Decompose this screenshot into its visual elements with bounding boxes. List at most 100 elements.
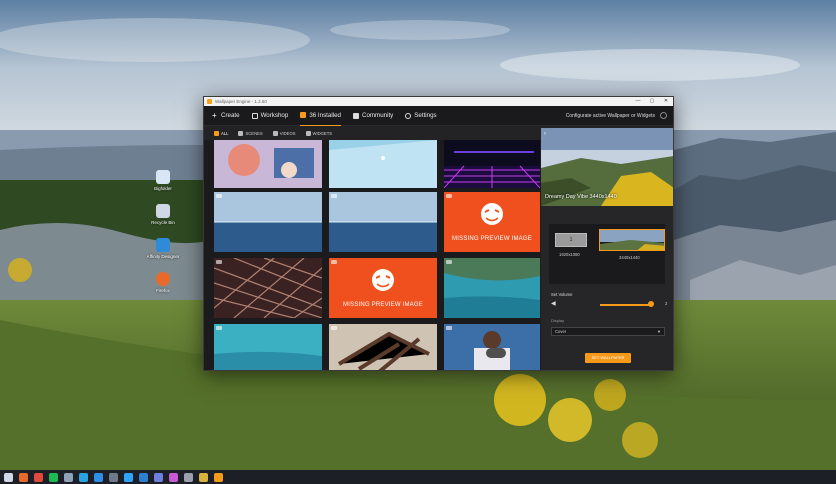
tile-type-badge <box>331 260 337 264</box>
wallpaper-tile-ocean[interactable] <box>214 192 322 252</box>
nav-label: Workshop <box>260 112 289 119</box>
video-play-icon <box>486 348 506 358</box>
spotify-icon[interactable] <box>49 472 58 482</box>
folder-icon <box>156 170 170 184</box>
nav-label: 36 Installed <box>309 111 341 119</box>
missing-preview-label: MISSING PREVIEW IMAGE <box>343 302 423 308</box>
tile-type-badge <box>216 326 222 330</box>
wallpaper-grid: MISSING PREVIEW IMAGE MISSING PREVIEW IM… <box>204 140 540 370</box>
back-arrow-icon[interactable]: ‹ <box>544 131 546 137</box>
widgets-icon <box>305 130 311 136</box>
desktop-icon-affinity[interactable]: Affinity Designer <box>147 238 179 259</box>
monitor-2[interactable] <box>599 229 665 251</box>
installed-icon <box>300 112 307 118</box>
nav-label: Settings <box>414 112 437 119</box>
wallpaper-tile-missing-preview-2[interactable]: MISSING PREVIEW IMAGE <box>329 258 437 318</box>
wallpaper-tile-driftwood[interactable] <box>329 324 437 370</box>
nav-community[interactable]: Community <box>352 106 394 126</box>
info-icon[interactable] <box>660 112 667 119</box>
set-wallpaper-label: SET WALLPAPER <box>591 355 625 360</box>
affinity-icon[interactable] <box>169 472 178 482</box>
nav-workshop[interactable]: Workshop <box>251 106 289 126</box>
recycle-bin-icon <box>156 204 170 218</box>
wallpaper-engine-icon[interactable] <box>214 472 223 482</box>
scenes-icon <box>238 130 244 136</box>
vscode-icon[interactable] <box>94 472 103 482</box>
desktop-icon-label: Firefox <box>156 288 170 293</box>
wallpaper-tile-beach[interactable] <box>214 324 322 370</box>
tile-type-badge <box>446 326 452 330</box>
wallpaper-tile-lagoon[interactable] <box>444 258 540 318</box>
desktop-icon-bigfolder[interactable]: Bigfolder <box>150 170 176 191</box>
windows-start-icon[interactable] <box>4 472 13 482</box>
monitor-1[interactable]: 1 <box>555 233 587 247</box>
close-button[interactable]: ✕ <box>659 97 673 106</box>
monitor-2-resolution: 3440x1440 <box>619 255 640 260</box>
all-icon <box>214 130 219 136</box>
desktop-icon-recycle-bin[interactable]: Recycle Bin <box>150 204 176 225</box>
tool-icon[interactable] <box>184 472 193 482</box>
wallpaper-tile-video[interactable] <box>444 324 540 370</box>
affinity-designer-icon <box>156 238 170 252</box>
workshop-icon <box>251 112 258 119</box>
wallpaper-tile-missing-preview[interactable]: MISSING PREVIEW IMAGE <box>444 192 540 252</box>
wallpaper-tile-synthwave[interactable] <box>444 140 540 188</box>
display-mode-value: Cover <box>555 329 567 334</box>
nav-label: Community <box>361 112 394 119</box>
community-icon <box>352 112 359 119</box>
nav-installed[interactable]: 36 Installed <box>300 106 341 126</box>
nav-settings[interactable]: Settings <box>405 106 437 126</box>
display-mode-select[interactable]: Cover ▼ <box>551 327 665 336</box>
minimize-button[interactable]: — <box>631 97 645 106</box>
steam-icon[interactable] <box>64 472 73 482</box>
tab-all[interactable]: ALL <box>214 130 229 136</box>
volume-value: 2 <box>665 301 668 306</box>
discord-icon[interactable] <box>154 472 163 482</box>
wallpaper-tile-anime[interactable] <box>214 140 322 188</box>
tab-label: WIDGETS <box>312 130 333 136</box>
monitor-selector: 1 1920x1080 3440x1440 <box>549 224 665 284</box>
wallpaper-tile-grid[interactable] <box>214 258 322 318</box>
plus-icon: + <box>212 110 217 120</box>
nav-create[interactable]: + Create <box>212 106 240 126</box>
wallpaper-engine-window: Wallpaper Engine - 1.2.60 — ▢ ✕ + Create… <box>203 96 674 371</box>
wallpaper-details-panel: ‹ Dreamy Day Vibe 3440x1440 1 1920x1080 … <box>541 128 673 370</box>
chrome-icon[interactable] <box>34 472 43 482</box>
configure-active-link[interactable]: Configurate active Wallpaper or Widgets <box>566 113 655 119</box>
tab-scenes[interactable]: SCENES <box>238 130 263 136</box>
videos-icon <box>272 130 278 136</box>
desktop-icon-firefox[interactable]: Firefox <box>150 272 176 293</box>
nav-label: Create <box>221 112 240 119</box>
monitor-1-resolution: 1920x1080 <box>559 252 580 257</box>
tab-widgets[interactable]: WIDGETS <box>305 130 333 136</box>
preview-title: Dreamy Day Vibe 3440x1440 <box>545 194 617 200</box>
missing-preview-icon <box>481 203 503 225</box>
wallpaper-tile-ocean-2[interactable] <box>329 192 437 252</box>
tile-type-badge <box>446 194 452 198</box>
tab-label: ALL <box>221 130 229 136</box>
maximize-button[interactable]: ▢ <box>645 97 659 106</box>
volume-slider-track[interactable] <box>600 304 650 306</box>
top-nav: + Create Workshop 36 Installed Community… <box>204 106 673 126</box>
volume-label: Set Volume <box>551 292 573 297</box>
window-title: Wallpaper Engine - 1.2.60 <box>215 99 267 104</box>
tab-videos[interactable]: VIDEOS <box>272 130 296 136</box>
game-icon[interactable] <box>199 472 208 482</box>
terminal-icon[interactable] <box>109 472 118 482</box>
tab-label: SCENES <box>245 130 263 136</box>
photoshop-icon[interactable] <box>124 472 133 482</box>
tile-type-badge <box>446 260 452 264</box>
firefox-icon <box>156 272 170 286</box>
app-icon <box>207 99 212 104</box>
set-wallpaper-button[interactable]: SET WALLPAPER <box>585 353 631 363</box>
speaker-icon[interactable]: ◀ <box>551 300 556 307</box>
volume-slider-handle[interactable] <box>648 301 654 307</box>
desktop-icon-label: Bigfolder <box>154 186 172 191</box>
missing-preview-icon <box>372 269 394 291</box>
wallpaper-tile-sky[interactable] <box>329 140 437 188</box>
display-label: Display <box>551 318 565 323</box>
firefox-icon[interactable] <box>19 472 28 482</box>
desktop-icon-label: Affinity Designer <box>146 254 180 259</box>
outlook-icon[interactable] <box>139 472 148 482</box>
telegram-icon[interactable] <box>79 472 88 482</box>
